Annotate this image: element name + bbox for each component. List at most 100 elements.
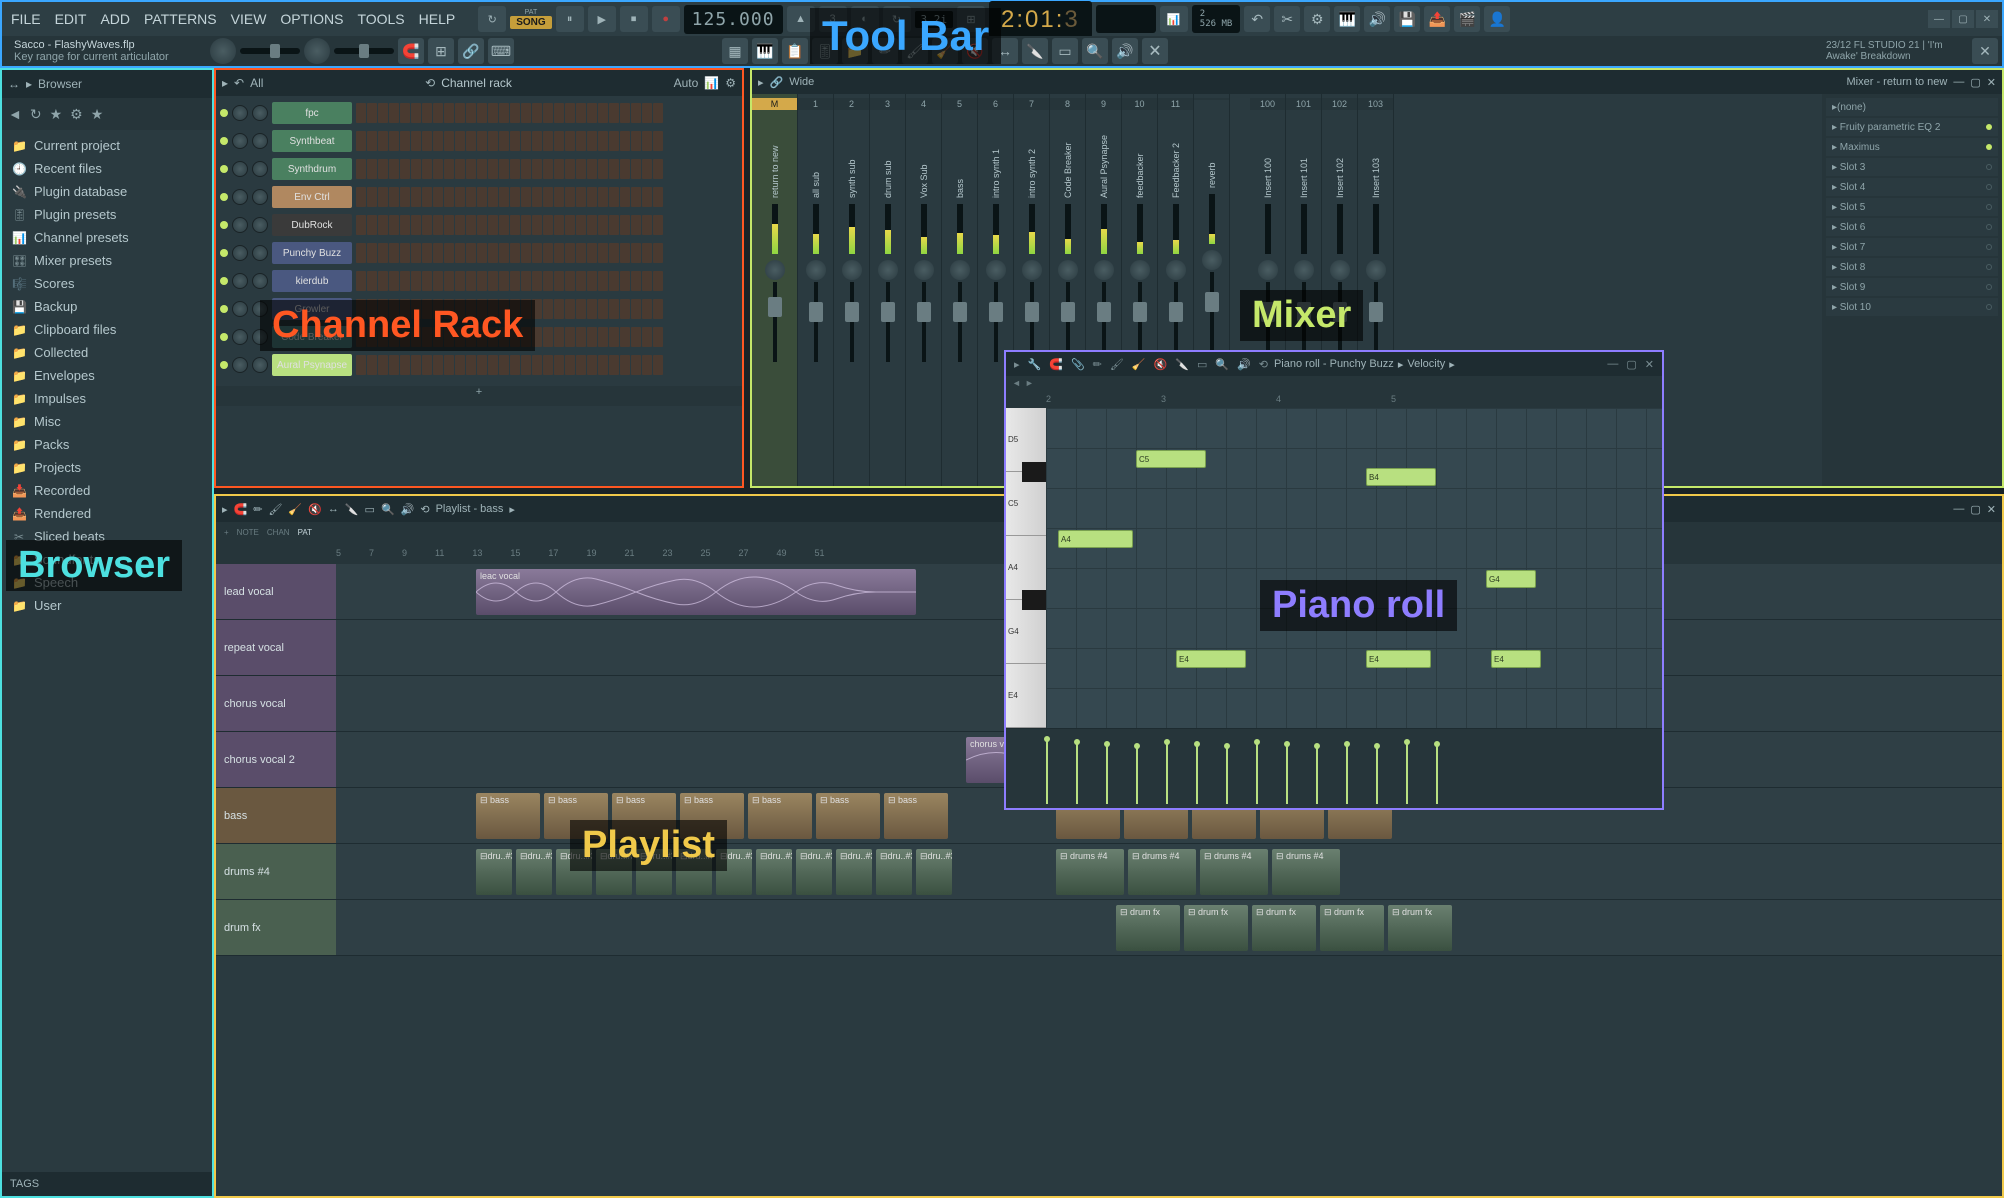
step-cell[interactable] <box>620 355 630 375</box>
step-cell[interactable] <box>631 131 641 151</box>
step-cell[interactable] <box>400 187 410 207</box>
step-cell[interactable] <box>598 103 608 123</box>
step-cell[interactable] <box>510 215 520 235</box>
step-cell[interactable] <box>422 187 432 207</box>
pr-erase-icon[interactable]: 🧹 <box>1130 358 1148 371</box>
step-cell[interactable] <box>400 355 410 375</box>
step-cell[interactable] <box>499 159 509 179</box>
sync-icon[interactable]: ↻ <box>478 6 506 32</box>
step-cell[interactable] <box>576 299 586 319</box>
menu-file[interactable]: FILE <box>6 11 46 27</box>
step-cell[interactable] <box>609 215 619 235</box>
browser-expand-icon[interactable]: ▸ <box>26 77 32 91</box>
mixer-pan-knob[interactable] <box>1366 260 1386 280</box>
mixer-fader[interactable] <box>1169 302 1183 322</box>
step-cell[interactable] <box>367 159 377 179</box>
step-cell[interactable] <box>488 103 498 123</box>
step-cell[interactable] <box>477 299 487 319</box>
step-cell[interactable] <box>499 215 509 235</box>
account-icon[interactable]: 👤 <box>1484 6 1510 32</box>
step-cell[interactable] <box>499 271 509 291</box>
mixer-pan-knob[interactable] <box>1202 250 1222 270</box>
step-cell[interactable] <box>576 159 586 179</box>
mixer-pan-knob[interactable] <box>1294 260 1314 280</box>
step-cell[interactable] <box>433 271 443 291</box>
step-cell[interactable] <box>642 271 652 291</box>
step-cell[interactable] <box>422 103 432 123</box>
velocity-bar[interactable] <box>1256 742 1258 804</box>
pattern-clip[interactable]: ⊟ drum fx <box>1252 905 1316 951</box>
step-cell[interactable] <box>510 355 520 375</box>
step-cell[interactable] <box>400 299 410 319</box>
step-cell[interactable] <box>587 355 597 375</box>
browser-fav-icon[interactable]: ★ <box>50 106 63 123</box>
maximize-button[interactable]: ▢ <box>1952 10 1974 28</box>
step-cell[interactable] <box>477 355 487 375</box>
channel-pan-knob[interactable] <box>232 105 248 121</box>
mixer-fader[interactable] <box>809 302 823 322</box>
mixer-fader[interactable] <box>1205 292 1219 312</box>
mixer-fader[interactable] <box>917 302 931 322</box>
pl-menu-icon[interactable]: ▸ <box>222 503 228 516</box>
step-cell[interactable] <box>367 271 377 291</box>
step-cell[interactable] <box>587 103 597 123</box>
step-cell[interactable] <box>444 299 454 319</box>
step-cell[interactable] <box>400 159 410 179</box>
channel-mute-led[interactable] <box>220 193 228 201</box>
step-cell[interactable] <box>598 159 608 179</box>
pl-loop-icon[interactable]: ⟲ <box>420 503 429 516</box>
step-cell[interactable] <box>356 159 366 179</box>
channel-pan-knob[interactable] <box>232 245 248 261</box>
stop-button[interactable]: ⏹ <box>620 6 648 32</box>
mixer-track[interactable]: 1 all sub <box>798 94 834 486</box>
velocity-bar[interactable] <box>1316 746 1318 804</box>
step-cell[interactable] <box>411 215 421 235</box>
velocity-bar[interactable] <box>1196 744 1198 804</box>
pattern-clip[interactable]: ⊟ bass <box>544 793 608 839</box>
audio-clip[interactable]: leac vocal <box>476 569 916 615</box>
mixer-minimize-icon[interactable]: — <box>1953 76 1964 88</box>
pr-mute-icon[interactable]: 🔇 <box>1152 358 1170 371</box>
step-cell[interactable] <box>499 131 509 151</box>
step-cell[interactable] <box>389 131 399 151</box>
piano-roll-grid[interactable]: C5B4A4G4E4E4E4 <box>1046 408 1662 728</box>
step-cell[interactable] <box>653 187 663 207</box>
channel-button[interactable]: Growler <box>272 298 352 320</box>
playlist-track-header[interactable]: lead vocal <box>216 564 336 620</box>
step-cell[interactable] <box>521 299 531 319</box>
pr-paint-icon[interactable]: 🖌 <box>1108 358 1126 371</box>
velocity-bar[interactable] <box>1046 739 1048 804</box>
step-cell[interactable] <box>543 103 553 123</box>
step-cell[interactable] <box>389 355 399 375</box>
channel-vol-knob[interactable] <box>252 189 268 205</box>
step-cell[interactable] <box>455 271 465 291</box>
step-cell[interactable] <box>532 159 542 179</box>
step-cell[interactable] <box>631 271 641 291</box>
tool-erase-icon[interactable]: 🧹 <box>932 38 958 64</box>
step-cell[interactable] <box>400 271 410 291</box>
countdown-icon[interactable]: 3 <box>819 6 847 32</box>
step-cell[interactable] <box>367 131 377 151</box>
channel-mute-led[interactable] <box>220 305 228 313</box>
step-cell[interactable] <box>620 271 630 291</box>
step-cell[interactable] <box>532 355 542 375</box>
step-cell[interactable] <box>554 103 564 123</box>
mixer-pan-knob[interactable] <box>1130 260 1150 280</box>
step-cell[interactable] <box>554 355 564 375</box>
step-cell[interactable] <box>488 327 498 347</box>
channel-pan-knob[interactable] <box>232 189 248 205</box>
step-cell[interactable] <box>521 131 531 151</box>
pl-tool-select-icon[interactable]: ▭ <box>365 503 375 516</box>
channel-pan-knob[interactable] <box>232 273 248 289</box>
browser-item[interactable]: 📥Recorded <box>2 479 212 502</box>
step-cell[interactable] <box>367 299 377 319</box>
mixer-fader[interactable] <box>1297 302 1311 322</box>
step-cell[interactable] <box>598 243 608 263</box>
pattern-clip[interactable]: ⊟dru..#3 <box>716 849 752 895</box>
menu-add[interactable]: ADD <box>95 11 135 27</box>
step-cell[interactable] <box>631 243 641 263</box>
step-cell[interactable] <box>455 215 465 235</box>
channel-button[interactable]: Code Breaker <box>272 326 352 348</box>
step-cell[interactable] <box>411 187 421 207</box>
step-cell[interactable] <box>532 299 542 319</box>
